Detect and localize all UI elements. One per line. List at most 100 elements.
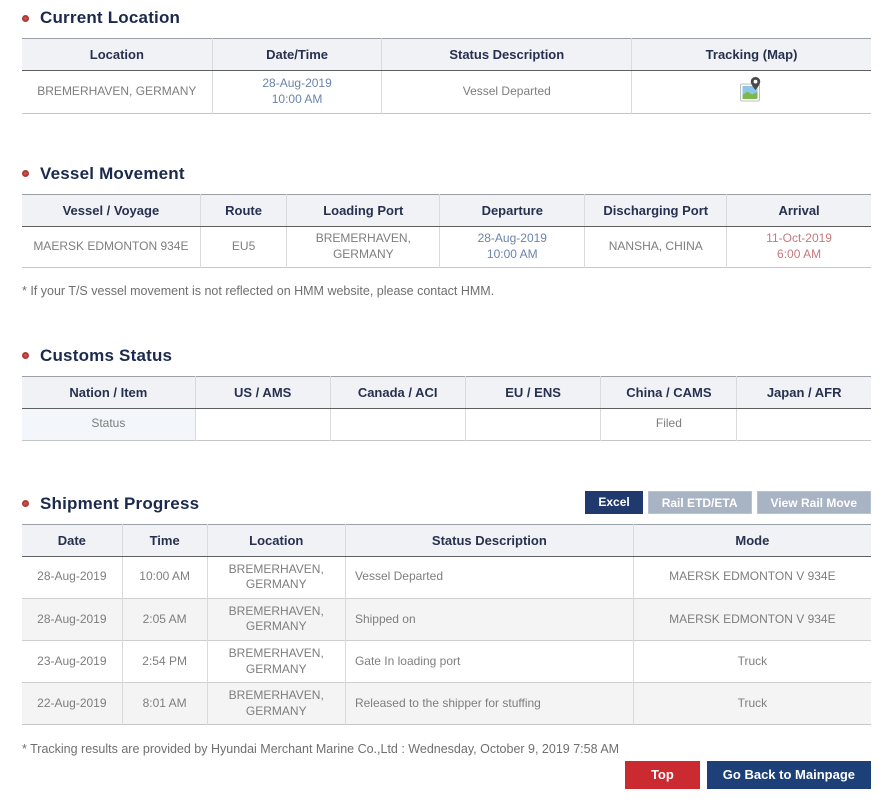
vessel-movement-table: Vessel / Voyage Route Loading Port Depar… — [22, 194, 871, 268]
tracking-map-cell — [632, 71, 871, 114]
vessel-voyage-cell: MAERSK EDMONTON 934E — [22, 226, 200, 267]
shipment-progress-buttons: Excel Rail ETD/ETA View Rail Move — [585, 491, 871, 514]
column-header: US / AMS — [195, 376, 330, 408]
date-cell: 22-Aug-2019 — [22, 683, 122, 725]
section-title-text: Customs Status — [40, 346, 172, 366]
top-button[interactable]: Top — [625, 761, 700, 789]
section-customs-status: Customs Status Nation / Item US / AMS Ca… — [22, 346, 871, 441]
us-ams-cell — [195, 408, 330, 440]
excel-button[interactable]: Excel — [585, 491, 642, 514]
time-cell: 2:05 AM — [122, 598, 207, 640]
table-row: 22-Aug-2019 8:01 AM BREMERHAVEN, GERMANY… — [22, 683, 871, 725]
bullet-icon — [22, 170, 29, 177]
column-header: Nation / Item — [22, 376, 195, 408]
status-cell: Vessel Departed — [345, 556, 633, 598]
table-header-row: Date Time Location Status Description Mo… — [22, 524, 871, 556]
departure-cell: 28-Aug-2019 10:00 AM — [440, 226, 585, 267]
section-title-text: Current Location — [40, 8, 180, 28]
date-text: 28-Aug-2019 — [443, 231, 581, 247]
status-cell: Shipped on — [345, 598, 633, 640]
datetime-cell: 28-Aug-2019 10:00 AM — [212, 71, 382, 114]
rail-etd-eta-button[interactable]: Rail ETD/ETA — [648, 491, 752, 514]
bullet-icon — [22, 352, 29, 359]
shipment-progress-title: Shipment Progress — [22, 494, 199, 514]
column-header: Route — [200, 194, 287, 226]
column-header: Date/Time — [212, 39, 382, 71]
vessel-movement-note: * If your T/S vessel movement is not ref… — [22, 284, 871, 298]
canada-aci-cell — [330, 408, 465, 440]
time-text: 10:00 AM — [443, 247, 581, 263]
shipment-progress-table: Date Time Location Status Description Mo… — [22, 524, 871, 726]
bullet-icon — [22, 15, 29, 22]
table-row: MAERSK EDMONTON 934E EU5 BREMERHAVEN, GE… — [22, 226, 871, 267]
section-vessel-movement: Vessel Movement Vessel / Voyage Route Lo… — [22, 164, 871, 298]
table-row: 23-Aug-2019 2:54 PM BREMERHAVEN, GERMANY… — [22, 640, 871, 682]
column-header: EU / ENS — [465, 376, 601, 408]
column-header: Canada / ACI — [330, 376, 465, 408]
section-current-location: Current Location Location Date/Time Stat… — [22, 8, 871, 114]
table-header-row: Vessel / Voyage Route Loading Port Depar… — [22, 194, 871, 226]
column-header: Vessel / Voyage — [22, 194, 200, 226]
location-cell: BREMERHAVEN, GERMANY — [207, 640, 345, 682]
column-header: Departure — [440, 194, 585, 226]
time-text: 10:00 AM — [217, 92, 378, 108]
route-cell: EU5 — [200, 226, 287, 267]
column-header: Location — [207, 524, 345, 556]
location-cell: BREMERHAVEN, GERMANY — [207, 598, 345, 640]
date-cell: 28-Aug-2019 — [22, 556, 122, 598]
japan-afr-cell — [737, 408, 871, 440]
column-header: Mode — [633, 524, 871, 556]
location-cell: BREMERHAVEN, GERMANY — [22, 71, 212, 114]
discharging-port-cell: NANSHA, CHINA — [585, 226, 727, 267]
table-row: 28-Aug-2019 10:00 AM BREMERHAVEN, GERMAN… — [22, 556, 871, 598]
section-title-text: Vessel Movement — [40, 164, 185, 184]
column-header: Japan / AFR — [737, 376, 871, 408]
mode-cell: MAERSK EDMONTON V 934E — [633, 598, 871, 640]
column-header: Date — [22, 524, 122, 556]
map-pin-icon[interactable] — [739, 76, 764, 108]
bullet-icon — [22, 500, 29, 507]
footer-buttons: Top Go Back to Mainpage — [22, 761, 871, 789]
time-cell: 10:00 AM — [122, 556, 207, 598]
location-cell: BREMERHAVEN, GERMANY — [207, 556, 345, 598]
mode-cell: Truck — [633, 640, 871, 682]
time-cell: 2:54 PM — [122, 640, 207, 682]
column-header: Status Description — [345, 524, 633, 556]
section-shipment-progress: Shipment Progress Excel Rail ETD/ETA Vie… — [22, 491, 871, 726]
loading-port-cell: BREMERHAVEN, GERMANY — [287, 226, 440, 267]
status-cell: Released to the shipper for stuffing — [345, 683, 633, 725]
column-header: Arrival — [727, 194, 871, 226]
table-header-row: Location Date/Time Status Description Tr… — [22, 39, 871, 71]
status-cell: Vessel Departed — [382, 71, 632, 114]
date-text: 11-Oct-2019 — [730, 231, 868, 247]
table-header-row: Nation / Item US / AMS Canada / ACI EU /… — [22, 376, 871, 408]
column-header: Loading Port — [287, 194, 440, 226]
go-back-to-mainpage-button[interactable]: Go Back to Mainpage — [707, 761, 871, 789]
column-header: Location — [22, 39, 212, 71]
mode-cell: MAERSK EDMONTON V 934E — [633, 556, 871, 598]
tracking-page: Current Location Location Date/Time Stat… — [0, 0, 893, 809]
customs-status-title: Customs Status — [22, 346, 871, 366]
section-title-text: Shipment Progress — [40, 494, 199, 514]
column-header: Time — [122, 524, 207, 556]
table-row: BREMERHAVEN, GERMANY 28-Aug-2019 10:00 A… — [22, 71, 871, 114]
column-header: Status Description — [382, 39, 632, 71]
mode-cell: Truck — [633, 683, 871, 725]
customs-status-table: Nation / Item US / AMS Canada / ACI EU /… — [22, 376, 871, 441]
current-location-table: Location Date/Time Status Description Tr… — [22, 38, 871, 114]
location-cell: BREMERHAVEN, GERMANY — [207, 683, 345, 725]
view-rail-move-button[interactable]: View Rail Move — [757, 491, 871, 514]
tracking-results-note: * Tracking results are provided by Hyund… — [22, 742, 871, 756]
time-text: 6:00 AM — [730, 247, 868, 263]
current-location-title: Current Location — [22, 8, 871, 28]
table-row: 28-Aug-2019 2:05 AM BREMERHAVEN, GERMANY… — [22, 598, 871, 640]
vessel-movement-title: Vessel Movement — [22, 164, 871, 184]
column-header: Discharging Port — [585, 194, 727, 226]
date-cell: 28-Aug-2019 — [22, 598, 122, 640]
table-row: Status Filed — [22, 408, 871, 440]
eu-ens-cell — [465, 408, 601, 440]
status-cell: Gate In loading port — [345, 640, 633, 682]
column-header: China / CAMS — [601, 376, 737, 408]
date-text: 28-Aug-2019 — [217, 76, 378, 92]
china-cams-cell: Filed — [601, 408, 737, 440]
